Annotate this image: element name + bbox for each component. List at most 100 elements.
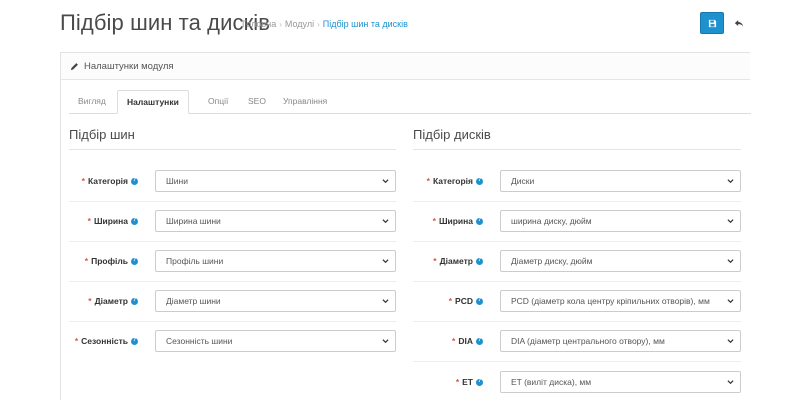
- row-divider: [69, 281, 396, 282]
- question-circle-icon[interactable]: [476, 297, 483, 305]
- required-mark: *: [88, 296, 92, 306]
- tires-width-label: * Ширина: [60, 210, 138, 232]
- breadcrumb-separator: ›: [317, 20, 320, 29]
- question-circle-icon[interactable]: [476, 177, 483, 185]
- save-button[interactable]: [700, 12, 724, 34]
- tires-profile-select[interactable]: Профіль шини: [155, 250, 396, 272]
- disks-diameter-label: * Діаметр: [405, 250, 483, 272]
- disks-category-select[interactable]: Диски: [500, 170, 741, 192]
- disks-category-label: * Категорія: [405, 170, 483, 192]
- disks-et-label: * ET: [405, 371, 483, 393]
- row-divider: [69, 321, 396, 322]
- save-icon: [708, 19, 716, 27]
- field-label: Ширина: [438, 216, 473, 226]
- required-mark: *: [81, 176, 85, 186]
- required-mark: *: [433, 256, 437, 266]
- select-value: ET (виліт диска), мм: [511, 377, 592, 387]
- breadcrumb: Головна › Модулі › Підбір шин та дисків: [242, 19, 408, 29]
- disks-pcd-label: * PCD: [405, 290, 483, 312]
- tires-diameter-select[interactable]: Діаметр шини: [155, 290, 396, 312]
- question-circle-icon[interactable]: [476, 217, 483, 225]
- select-value: Диски: [511, 176, 535, 186]
- field-label: Сезонність: [81, 336, 128, 346]
- pencil-icon: [70, 62, 78, 70]
- row-divider: [69, 201, 396, 202]
- reply-icon: [734, 19, 744, 27]
- field-label: ET: [462, 377, 473, 387]
- field-label: Ширина: [93, 216, 128, 226]
- breadcrumb-modules[interactable]: Модулі: [285, 19, 314, 29]
- chevron-down-icon: [727, 259, 734, 264]
- select-value: Шини: [166, 176, 188, 186]
- breadcrumb-home[interactable]: Головна: [242, 19, 276, 29]
- disks-dia-label: * DIA: [405, 330, 483, 352]
- row-divider: [69, 241, 396, 242]
- question-circle-icon[interactable]: [476, 378, 483, 386]
- field-label: Діаметр: [439, 256, 473, 266]
- tab-settings[interactable]: Налаштунки: [117, 90, 189, 114]
- required-mark: *: [74, 336, 79, 346]
- required-mark: *: [432, 216, 436, 226]
- tires-category-label: * Категорія: [60, 170, 138, 192]
- field-label: PCD: [455, 296, 473, 306]
- disks-width-label: * Ширина: [405, 210, 483, 232]
- tab-view[interactable]: Вигляд: [69, 90, 115, 114]
- chevron-down-icon: [727, 179, 734, 184]
- page-header: Підбір шин та дисків Головна › Модулі › Підб…: [0, 0, 800, 48]
- panel-title: Налаштунки модуля: [84, 60, 174, 72]
- disks-et-select[interactable]: ET (виліт диска), мм: [500, 371, 741, 393]
- disks-section-divider: [413, 149, 741, 150]
- row-divider: [413, 281, 741, 282]
- select-value: DIA (діаметр центрального отвору), мм: [511, 336, 665, 346]
- chevron-down-icon: [727, 299, 734, 304]
- breadcrumb-separator: ›: [279, 20, 282, 29]
- chevron-down-icon: [727, 339, 734, 344]
- tires-profile-label: * Профіль: [60, 250, 138, 272]
- required-mark: *: [84, 256, 89, 266]
- select-value: PCD (діаметр кола центру кріпильних отво…: [511, 296, 710, 306]
- field-label: Категорія: [432, 176, 473, 186]
- question-circle-icon[interactable]: [131, 217, 138, 225]
- question-circle-icon[interactable]: [131, 297, 138, 305]
- required-mark: *: [455, 377, 460, 387]
- chevron-down-icon: [382, 299, 389, 304]
- row-divider: [413, 241, 741, 242]
- disks-section-title: Підбір дисків: [413, 127, 491, 142]
- tires-width-select[interactable]: Ширина шини: [155, 210, 396, 232]
- disks-dia-select[interactable]: DIA (діаметр центрального отвору), мм: [500, 330, 741, 352]
- required-mark: *: [426, 176, 430, 186]
- tab-seo[interactable]: SEO: [239, 90, 275, 114]
- question-circle-icon[interactable]: [476, 257, 483, 265]
- chevron-down-icon: [382, 219, 389, 224]
- select-value: Ширина шини: [166, 216, 221, 226]
- back-button[interactable]: [727, 12, 751, 34]
- tab-options[interactable]: Опції: [199, 90, 237, 114]
- select-value: Діаметр шини: [166, 296, 221, 306]
- select-value: Профіль шини: [166, 256, 224, 266]
- chevron-down-icon: [382, 259, 389, 264]
- select-value: Сезонність шини: [166, 336, 233, 346]
- select-value: ширина диску, дюйм: [511, 216, 592, 226]
- field-label: Діаметр: [94, 296, 128, 306]
- tires-category-select[interactable]: Шини: [155, 170, 396, 192]
- question-circle-icon[interactable]: [131, 257, 138, 265]
- question-circle-icon[interactable]: [476, 337, 483, 345]
- tabs: Вигляд Налаштунки Опції SEO Управління: [69, 90, 751, 114]
- breadcrumb-current[interactable]: Підбір шин та дисків: [323, 19, 408, 29]
- question-circle-icon[interactable]: [131, 337, 138, 345]
- disks-diameter-select[interactable]: Діаметр диску, дюйм: [500, 250, 741, 272]
- disks-pcd-select[interactable]: PCD (діаметр кола центру кріпильних отво…: [500, 290, 741, 312]
- field-label: DIA: [458, 336, 473, 346]
- tab-management[interactable]: Управління: [274, 90, 336, 114]
- select-value: Діаметр диску, дюйм: [511, 256, 593, 266]
- field-label: Категорія: [87, 176, 128, 186]
- question-circle-icon[interactable]: [131, 177, 138, 185]
- chevron-down-icon: [727, 219, 734, 224]
- tires-season-select[interactable]: Сезонність шини: [155, 330, 396, 352]
- disks-width-select[interactable]: ширина диску, дюйм: [500, 210, 741, 232]
- tires-season-label: * Сезонність: [60, 330, 138, 352]
- chevron-down-icon: [382, 339, 389, 344]
- tires-section-divider: [69, 149, 396, 150]
- row-divider: [413, 361, 741, 362]
- chevron-down-icon: [382, 179, 389, 184]
